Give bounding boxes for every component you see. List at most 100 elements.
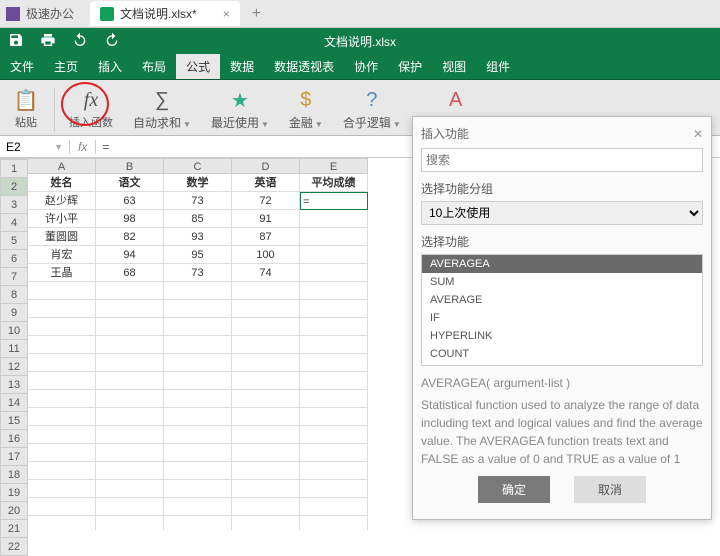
cell[interactable] (96, 354, 164, 372)
cell[interactable] (164, 300, 232, 318)
cell[interactable] (164, 408, 232, 426)
group-select[interactable]: 10上次使用 (421, 201, 703, 225)
cell[interactable] (96, 300, 164, 318)
cell[interactable]: 姓名 (28, 174, 96, 192)
search-input[interactable] (421, 148, 703, 172)
menu-data[interactable]: 数据 (220, 54, 264, 79)
menu-component[interactable]: 组件 (476, 54, 520, 79)
cell[interactable] (232, 336, 300, 354)
cell[interactable]: 73 (164, 192, 232, 210)
cell[interactable]: 98 (96, 210, 164, 228)
cell[interactable] (164, 354, 232, 372)
cell[interactable]: 94 (96, 246, 164, 264)
cell[interactable] (232, 354, 300, 372)
cell[interactable] (232, 408, 300, 426)
cell[interactable] (164, 390, 232, 408)
col-header[interactable]: E (300, 158, 368, 174)
row-header[interactable]: 21 (0, 520, 28, 538)
cell[interactable]: 63 (96, 192, 164, 210)
redo-icon[interactable] (104, 32, 120, 51)
row-header[interactable]: 16 (0, 430, 28, 448)
menu-pivot[interactable]: 数据透视表 (264, 54, 344, 79)
cell[interactable] (232, 462, 300, 480)
cell[interactable] (96, 426, 164, 444)
cell[interactable]: 74 (232, 264, 300, 282)
new-tab-button[interactable]: + (252, 5, 261, 23)
insert-function-button[interactable]: fx插入函数 (61, 86, 121, 132)
cell[interactable] (96, 318, 164, 336)
cell-reference[interactable]: E2▼ (0, 140, 70, 154)
cell[interactable] (232, 282, 300, 300)
cell[interactable] (96, 336, 164, 354)
menu-layout[interactable]: 布局 (132, 54, 176, 79)
logic-button[interactable]: ?合乎逻辑▼ (335, 86, 409, 133)
cell[interactable]: 数学 (164, 174, 232, 192)
cell[interactable] (28, 408, 96, 426)
row-header[interactable]: 8 (0, 286, 28, 304)
cell[interactable] (300, 498, 368, 516)
function-item[interactable]: AVERAGEA (422, 255, 702, 273)
row-header[interactable]: 5 (0, 232, 28, 250)
row-header[interactable]: 6 (0, 250, 28, 268)
cell[interactable]: 赵少辉 (28, 192, 96, 210)
cell[interactable] (96, 516, 164, 530)
menu-home[interactable]: 主页 (44, 54, 88, 79)
cell[interactable] (164, 516, 232, 530)
save-icon[interactable] (8, 32, 24, 51)
cell[interactable] (96, 480, 164, 498)
function-list[interactable]: AVERAGEASUMAVERAGEIFHYPERLINKCOUNTMAX (421, 254, 703, 366)
cell[interactable] (164, 498, 232, 516)
menu-protect[interactable]: 保护 (388, 54, 432, 79)
autosum-button[interactable]: ∑自动求和▼ (125, 86, 199, 133)
ok-button[interactable]: 确定 (478, 476, 550, 503)
function-item[interactable]: COUNT (422, 345, 702, 363)
cell[interactable]: 87 (232, 228, 300, 246)
cell[interactable] (28, 498, 96, 516)
row-header[interactable]: 2 (0, 178, 28, 196)
row-header[interactable]: 20 (0, 502, 28, 520)
cell[interactable]: 91 (232, 210, 300, 228)
cell[interactable] (28, 300, 96, 318)
cell[interactable]: 82 (96, 228, 164, 246)
cell[interactable] (28, 516, 96, 530)
cell[interactable] (96, 390, 164, 408)
cell[interactable] (300, 210, 368, 228)
function-item[interactable]: HYPERLINK (422, 327, 702, 345)
cell[interactable] (28, 426, 96, 444)
cell[interactable] (300, 354, 368, 372)
cell[interactable] (300, 372, 368, 390)
cell[interactable] (96, 498, 164, 516)
cell[interactable]: 68 (96, 264, 164, 282)
row-header[interactable]: 1 (0, 160, 28, 178)
close-icon[interactable]: × (223, 7, 230, 21)
col-header[interactable]: B (96, 158, 164, 174)
function-item[interactable]: AVERAGE (422, 291, 702, 309)
cell[interactable] (28, 480, 96, 498)
cancel-button[interactable]: 取消 (574, 476, 646, 503)
print-icon[interactable] (40, 32, 56, 51)
cell[interactable] (300, 300, 368, 318)
row-header[interactable]: 18 (0, 466, 28, 484)
row-header[interactable]: 17 (0, 448, 28, 466)
cell[interactable]: 肖宏 (28, 246, 96, 264)
row-header[interactable]: 4 (0, 214, 28, 232)
cell[interactable] (300, 390, 368, 408)
cell[interactable] (232, 318, 300, 336)
cell[interactable] (28, 390, 96, 408)
paste-button[interactable]: 📋粘贴 (4, 86, 48, 132)
cell[interactable] (300, 246, 368, 264)
cell[interactable] (232, 480, 300, 498)
cell[interactable] (28, 318, 96, 336)
cell[interactable] (28, 354, 96, 372)
row-header[interactable]: 11 (0, 340, 28, 358)
cell[interactable] (164, 282, 232, 300)
cell[interactable]: 93 (164, 228, 232, 246)
cell[interactable] (96, 408, 164, 426)
cell[interactable]: 王晶 (28, 264, 96, 282)
cell[interactable] (164, 462, 232, 480)
col-header[interactable]: C (164, 158, 232, 174)
col-header[interactable]: D (232, 158, 300, 174)
cell[interactable]: 100 (232, 246, 300, 264)
cell[interactable] (232, 444, 300, 462)
cell[interactable] (164, 480, 232, 498)
